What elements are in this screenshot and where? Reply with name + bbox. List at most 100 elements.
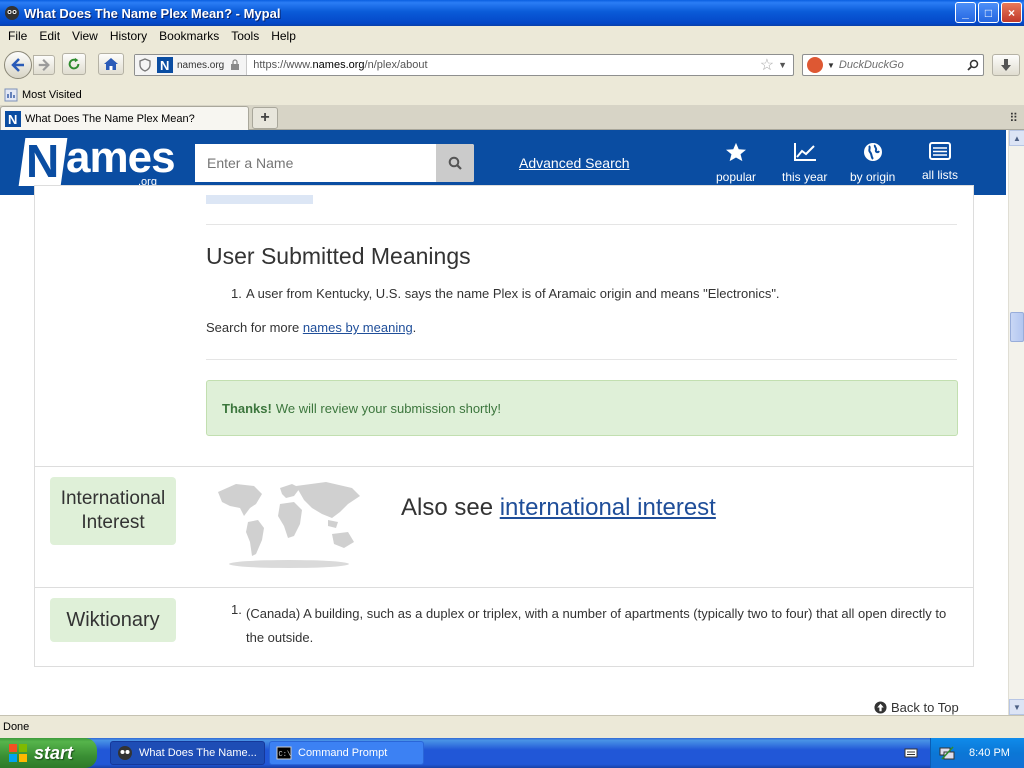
world-map-image[interactable] xyxy=(214,478,364,570)
keyboard-icon[interactable] xyxy=(904,746,918,760)
search-bar[interactable]: ▼ DuckDuckGo xyxy=(802,54,984,76)
section-divider xyxy=(35,587,973,588)
vertical-scrollbar[interactable]: ▲ ▼ xyxy=(1008,130,1024,715)
taskbar-item-command-prompt[interactable]: C:\ Command Prompt xyxy=(269,741,424,765)
duckduckgo-engine-icon[interactable] xyxy=(807,57,823,73)
scroll-down-arrow-icon[interactable]: ▼ xyxy=(1009,699,1024,715)
user-meaning-text: A user from Kentucky, U.S. says the name… xyxy=(246,286,780,301)
taskbar-item-label: Command Prompt xyxy=(298,747,388,759)
menu-help[interactable]: Help xyxy=(265,29,302,43)
site-identity-button[interactable]: N names.org xyxy=(135,55,248,75)
most-visited-folder-icon xyxy=(4,88,18,101)
url-text[interactable]: https://www.names.org/n/plex/about xyxy=(247,59,759,71)
mypal-app-icon xyxy=(5,6,19,20)
taskbar-item-label: What Does The Name... xyxy=(139,747,257,759)
bookmark-most-visited[interactable]: Most Visited xyxy=(22,89,82,101)
tab-strip: N What Does The Name Plex Mean? + ⠿ xyxy=(0,105,1024,130)
tab-label: What Does The Name Plex Mean? xyxy=(25,112,195,125)
window-titlebar[interactable]: What Does The Name Plex Mean? - Mypal _ … xyxy=(0,0,1024,26)
menu-tools[interactable]: Tools xyxy=(225,29,265,43)
star-icon xyxy=(726,142,747,162)
search-bar-placeholder: DuckDuckGo xyxy=(838,59,904,71)
url-prefix: https://www. xyxy=(253,59,313,71)
home-icon xyxy=(104,58,118,70)
lock-icon xyxy=(231,59,240,70)
trend-chart-icon xyxy=(793,143,816,161)
international-interest-link[interactable]: international interest xyxy=(500,494,716,521)
url-history-dropdown-icon[interactable]: ▼ xyxy=(778,60,787,70)
previous-section-button-stub xyxy=(206,195,313,204)
navigation-toolbar: N names.org https://www.names.org/n/plex… xyxy=(0,46,1024,84)
success-alert: Thanks! We will review your submission s… xyxy=(206,380,958,436)
menu-bookmarks[interactable]: Bookmarks xyxy=(153,29,225,43)
names-favicon-icon: N xyxy=(157,57,173,73)
clock[interactable]: 8:40 PM xyxy=(969,747,1010,759)
scroll-up-arrow-icon[interactable]: ▲ xyxy=(1009,130,1024,146)
section-divider xyxy=(35,466,973,467)
home-button[interactable] xyxy=(98,53,124,75)
start-button[interactable]: start xyxy=(0,738,97,768)
menu-view[interactable]: View xyxy=(66,29,104,43)
names-by-meaning-link[interactable]: names by meaning xyxy=(303,320,413,335)
nav-this-year[interactable]: this year xyxy=(782,142,827,184)
back-arrow-icon xyxy=(11,58,24,72)
forward-arrow-icon xyxy=(38,58,50,72)
reload-button[interactable] xyxy=(62,53,86,75)
name-search-input[interactable] xyxy=(195,144,436,182)
search-more-text: Search for more names by meaning. xyxy=(206,320,416,335)
taskbar-item-mypal[interactable]: What Does The Name... xyxy=(110,741,265,765)
menu-bar: File Edit View History Bookmarks Tools H… xyxy=(0,26,1024,46)
url-path: /n/plex/about xyxy=(364,59,428,71)
nav-by-origin-label: by origin xyxy=(850,170,896,184)
menu-edit[interactable]: Edit xyxy=(33,29,66,43)
nav-all-lists[interactable]: all lists xyxy=(922,142,958,182)
user-meanings-heading: User Submitted Meanings xyxy=(206,243,471,269)
also-see-text: Also see international interest xyxy=(401,494,716,522)
new-tab-button[interactable]: + xyxy=(252,107,278,129)
menu-history[interactable]: History xyxy=(104,29,153,43)
status-bar: Done xyxy=(0,715,1024,738)
list-icon xyxy=(929,142,951,160)
divider xyxy=(206,224,957,225)
back-to-top-link[interactable]: Back to Top xyxy=(874,700,959,715)
logo-initial: N xyxy=(26,135,60,187)
wiktionary-item-number: 1. xyxy=(231,602,242,617)
window-title: What Does The Name Plex Mean? - Mypal xyxy=(24,5,281,21)
search-more-prefix: Search for more xyxy=(206,320,303,335)
name-search-form xyxy=(195,144,474,182)
search-icon[interactable] xyxy=(967,59,979,71)
name-search-button[interactable] xyxy=(436,144,474,182)
globe-icon xyxy=(863,143,882,161)
command-prompt-icon: C:\ xyxy=(276,746,292,760)
nav-by-origin[interactable]: by origin xyxy=(850,142,895,184)
search-more-suffix: . xyxy=(412,320,417,335)
shield-icon xyxy=(139,58,151,72)
list-all-tabs-icon[interactable]: ⠿ xyxy=(1009,111,1018,125)
search-icon xyxy=(448,156,462,170)
wiktionary-label: Wiktionary xyxy=(50,598,176,642)
close-icon: × xyxy=(1007,5,1015,20)
menu-file[interactable]: File xyxy=(2,29,33,43)
svg-text:N: N xyxy=(160,58,169,73)
windows-taskbar: start What Does The Name... C:\ Command … xyxy=(0,738,1024,768)
forward-button[interactable] xyxy=(33,55,55,75)
bookmarks-toolbar: Most Visited xyxy=(0,84,1024,105)
network-icon[interactable] xyxy=(939,745,955,761)
page-viewport: N ames .org Advanced Search popular this… xyxy=(0,130,1008,715)
url-bar[interactable]: N names.org https://www.names.org/n/plex… xyxy=(134,54,794,76)
downloads-button[interactable] xyxy=(992,54,1020,76)
nav-popular[interactable]: popular xyxy=(716,142,756,184)
advanced-search-link[interactable]: Advanced Search xyxy=(519,155,630,171)
engine-dropdown-icon[interactable]: ▼ xyxy=(827,61,835,70)
minimize-button[interactable]: _ xyxy=(955,2,976,23)
scrollbar-thumb[interactable] xyxy=(1010,312,1024,342)
maximize-icon: □ xyxy=(984,5,993,20)
maximize-button[interactable]: □ xyxy=(978,2,999,23)
back-button[interactable] xyxy=(4,51,32,79)
close-button[interactable]: × xyxy=(1001,2,1022,23)
bookmark-star-icon[interactable]: ☆ xyxy=(760,55,774,75)
names-org-logo[interactable]: N ames .org xyxy=(18,133,176,190)
nav-this-year-label: this year xyxy=(782,170,828,184)
plus-icon: + xyxy=(260,109,270,126)
tab-current[interactable]: N What Does The Name Plex Mean? xyxy=(0,106,249,130)
